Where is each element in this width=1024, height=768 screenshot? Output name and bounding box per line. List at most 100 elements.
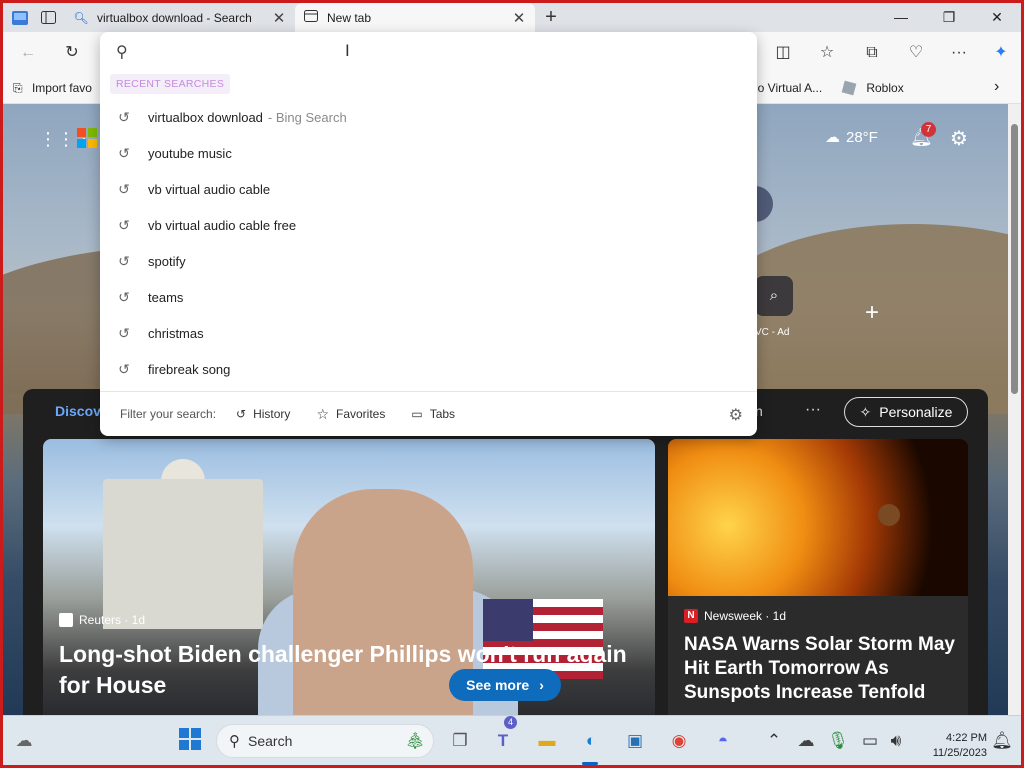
- solar-storm-image: [668, 439, 968, 596]
- recent-search-item[interactable]: ↺ virtualbox download - Bing Search: [100, 99, 757, 135]
- import-favorites-link[interactable]: ⎘ Import favo: [13, 81, 92, 96]
- tab-bar: 🔍︎ virtualbox download - Search ✕ New ta…: [3, 3, 1021, 32]
- source-label: Newsweek · 1d: [704, 609, 787, 623]
- quicklink-search-tile[interactable]: ⌕: [755, 276, 793, 316]
- history-icon: ↺: [118, 180, 130, 197]
- roblox-icon: [841, 80, 857, 96]
- teams-icon[interactable]: T: [490, 728, 516, 754]
- clock-date: 11/25/2023: [932, 747, 987, 759]
- volume-icon[interactable]: 🔊︎: [883, 728, 909, 754]
- search-settings-gear-icon[interactable]: ⚙: [729, 405, 743, 425]
- onedrive-cloud-icon[interactable]: ☁: [793, 728, 819, 754]
- quicklink-label: VC - Ad: [755, 327, 790, 338]
- news-card-phillips[interactable]: Reuters · 1d Long-shot Biden challenger …: [43, 439, 655, 715]
- filter-history-button[interactable]: ↺ History: [236, 407, 290, 421]
- favorites-button[interactable]: ☆: [815, 41, 839, 65]
- show-hidden-icons-chevron-icon[interactable]: ⌃: [761, 728, 787, 754]
- copilot-button[interactable]: ✦: [989, 41, 1013, 65]
- file-explorer-icon[interactable]: ▬: [534, 728, 560, 754]
- newsweek-logo-icon: N: [684, 609, 698, 623]
- page-settings-gear-icon[interactable]: ⚙: [950, 126, 968, 151]
- recent-search-text: vb virtual audio cable: [148, 181, 271, 197]
- discord-icon[interactable]: ◓: [710, 728, 736, 754]
- weather-widget[interactable]: ☁ 28°F: [825, 128, 878, 147]
- news-source: N Newsweek · 1d: [684, 609, 786, 623]
- tab-new-tab[interactable]: New tab ✕: [295, 3, 535, 32]
- add-quicklink-button[interactable]: +: [865, 299, 879, 327]
- microsoft-logo: [77, 128, 97, 148]
- sparkle-icon: ✧: [859, 403, 872, 420]
- roblox-label: Roblox: [866, 81, 904, 95]
- divider: [100, 391, 757, 392]
- network-icon[interactable]: ▭: [857, 728, 883, 754]
- close-window-button[interactable]: ✕: [973, 3, 1021, 32]
- news-feed: Discov n ··· ✧ Personalize Reuters · 1d …: [23, 389, 988, 715]
- page-scrollbar[interactable]: [1008, 104, 1021, 715]
- weather-temp: 28°F: [846, 128, 878, 146]
- recent-search-item[interactable]: ↺ spotify: [100, 243, 757, 279]
- new-tab-button[interactable]: +: [537, 6, 565, 29]
- edge-icon[interactable]: ◐: [578, 728, 604, 754]
- recent-search-text: youtube music: [148, 145, 232, 161]
- back-button[interactable]: ←: [16, 41, 40, 65]
- favorites-overflow-button[interactable]: ›: [994, 78, 999, 96]
- news-source: Reuters · 1d: [59, 613, 145, 627]
- refresh-button[interactable]: ↻: [60, 41, 84, 65]
- planet-image: [878, 504, 900, 526]
- feed-more-button[interactable]: ···: [805, 401, 821, 419]
- quicklink-partial-tile[interactable]: [755, 186, 773, 222]
- tab-actions-icon[interactable]: [37, 9, 59, 27]
- recent-search-item[interactable]: ↺ vb virtual audio cable free: [100, 207, 757, 243]
- microsoft-store-icon[interactable]: ▣: [622, 728, 648, 754]
- weather-taskbar-icon[interactable]: ☁: [11, 728, 37, 754]
- more-menu-button[interactable]: ···: [947, 41, 971, 65]
- minimize-button[interactable]: —: [877, 3, 925, 32]
- recent-search-text: virtualbox download: [148, 109, 263, 125]
- notification-center-icon[interactable]: 🔔︎: [989, 728, 1015, 754]
- newtab-icon: [303, 10, 319, 25]
- text-cursor-icon: I: [345, 41, 350, 60]
- history-icon: ↺: [118, 216, 130, 233]
- split-screen-button[interactable]: ◫: [771, 41, 795, 65]
- history-icon: ↺: [118, 324, 130, 341]
- teams-notification-badge: 4: [504, 716, 517, 729]
- close-tab-icon[interactable]: ✕: [271, 9, 287, 27]
- recent-search-item[interactable]: ↺ firebreak song: [100, 351, 757, 387]
- filter-tabs-button[interactable]: ▭ Tabs: [411, 407, 455, 421]
- favorite-vb-audio[interactable]: io Virtual A...: [755, 81, 822, 95]
- favorite-roblox[interactable]: Roblox: [841, 80, 904, 96]
- taskbar-clock[interactable]: 4:22 PM 11/25/2023: [915, 731, 987, 761]
- history-icon: ↺: [118, 288, 130, 305]
- filter-favorites-button[interactable]: ☆ Favorites: [316, 406, 385, 423]
- feed-tab-discover[interactable]: Discov: [55, 403, 101, 419]
- recent-search-item[interactable]: ↺ youtube music: [100, 135, 757, 171]
- task-view-icon[interactable]: ❐: [447, 728, 473, 754]
- performance-button[interactable]: ♡: [904, 41, 928, 65]
- search-icon: ⌕: [769, 287, 779, 304]
- scrollbar-thumb[interactable]: [1011, 124, 1018, 394]
- microphone-icon[interactable]: 🎙︎: [825, 728, 851, 754]
- history-icon: ↺: [236, 407, 247, 421]
- profile-icon[interactable]: [9, 9, 31, 27]
- taskbar-search-box[interactable]: ⚲ Search 🎄︎: [216, 724, 434, 758]
- recent-search-text: teams: [148, 289, 184, 305]
- recent-search-item[interactable]: ↺ christmas: [100, 315, 757, 351]
- collections-button[interactable]: ⧉: [860, 41, 884, 65]
- see-more-button[interactable]: See more ›: [449, 669, 561, 701]
- headline[interactable]: NASA Warns Solar Storm May Hit Earth Tom…: [684, 633, 959, 705]
- cloud-icon: ☁: [825, 129, 840, 146]
- recent-search-item[interactable]: ↺ teams: [100, 279, 757, 315]
- maximize-button[interactable]: ❐: [925, 3, 973, 32]
- tab-virtualbox-search[interactable]: 🔍︎ virtualbox download - Search ✕: [65, 3, 295, 32]
- recent-search-item[interactable]: ↺ vb virtual audio cable: [100, 171, 757, 207]
- personalize-label: Personalize: [879, 404, 953, 420]
- address-input[interactable]: [144, 40, 734, 64]
- history-icon: ↺: [118, 252, 130, 269]
- start-button-icon[interactable]: [177, 728, 203, 754]
- filter-label: Filter your search:: [120, 407, 217, 421]
- tab-title: New tab: [327, 10, 372, 25]
- personalize-button[interactable]: ✧ Personalize: [844, 397, 968, 427]
- close-tab-icon[interactable]: ✕: [511, 9, 527, 27]
- chrome-icon[interactable]: ◉: [666, 728, 692, 754]
- news-card-nasa[interactable]: N Newsweek · 1d NASA Warns Solar Storm M…: [668, 439, 968, 715]
